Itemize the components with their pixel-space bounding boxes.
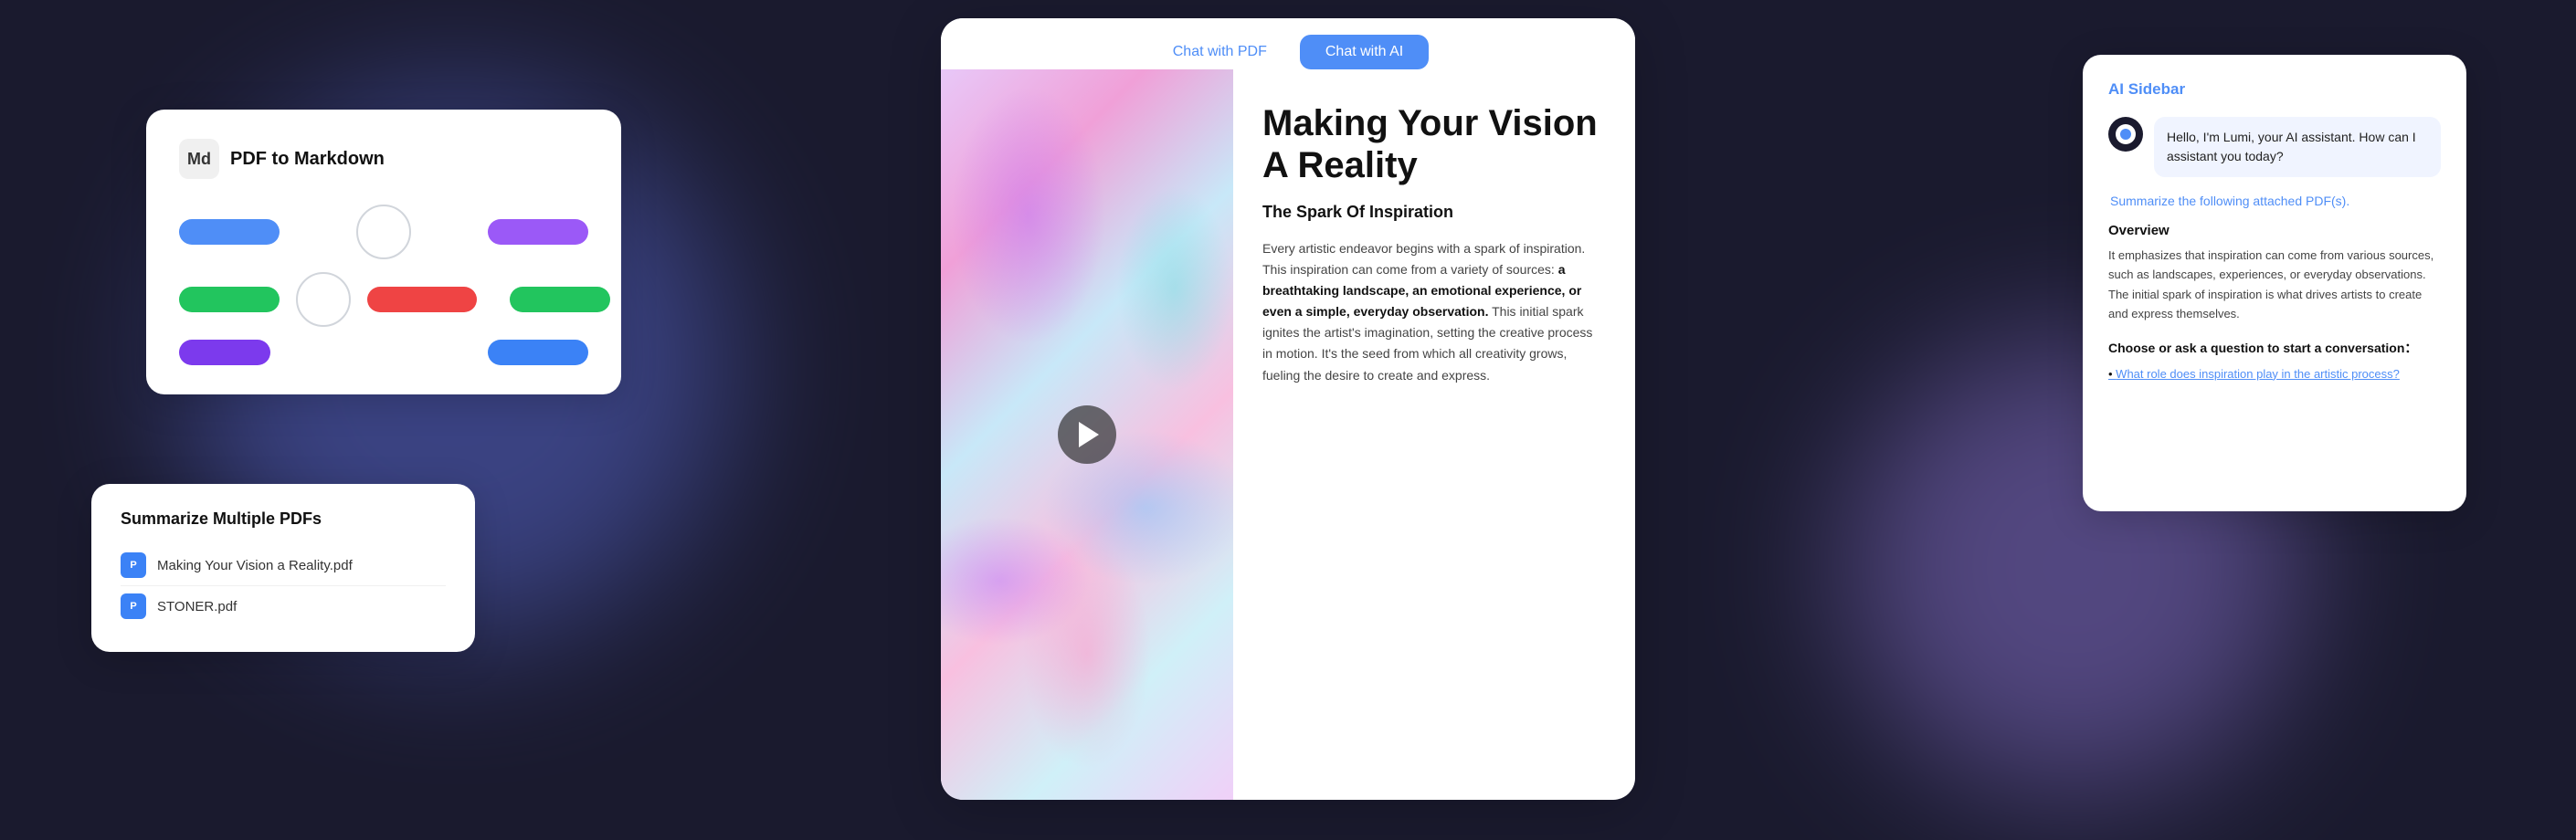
- sidebar-cta: Choose or ask a question to start a conv…: [2108, 339, 2441, 357]
- tab-chat-pdf[interactable]: Chat with PDF: [1147, 35, 1293, 69]
- pdf-filename-1: Making Your Vision a Reality.pdf: [157, 558, 353, 573]
- pdf-viewer-content: Making Your Vision A Reality The Spark O…: [941, 69, 1635, 800]
- flow-pill-green: [179, 287, 280, 312]
- flow-pill-red: [367, 287, 477, 312]
- pdf-file-icon-1: P: [121, 552, 146, 578]
- flow-row-3: [179, 340, 588, 365]
- main-pdf-viewer-card: Chat with PDF Chat with AI Making Your V…: [941, 18, 1635, 800]
- play-button[interactable]: [1058, 405, 1116, 464]
- card-markdown-title: PDF to Markdown: [230, 149, 385, 170]
- flow-connector-1: [296, 205, 471, 259]
- pdf-text-area: Making Your Vision A Reality The Spark O…: [1233, 69, 1635, 800]
- overview-body: It emphasizes that inspiration can come …: [2108, 246, 2441, 324]
- pdf-to-markdown-card: Md PDF to Markdown: [146, 110, 621, 394]
- flow-pill-purple: [488, 219, 588, 245]
- suggestion-link[interactable]: What role does inspiration play in the a…: [2108, 367, 2400, 381]
- flow-pill-blue: [179, 219, 280, 245]
- main-scene: Md PDF to Markdown: [0, 0, 2576, 840]
- flow-row-1: [179, 205, 588, 259]
- pdf-item-2: P STONER.pdf: [121, 586, 446, 626]
- pdf-file-icon-2: P: [121, 593, 146, 619]
- summarize-pdfs-title: Summarize Multiple PDFs: [121, 509, 446, 529]
- pdf-section-title: The Spark Of Inspiration: [1262, 203, 1606, 222]
- pdf-item-1: P Making Your Vision a Reality.pdf: [121, 545, 446, 586]
- tab-chat-ai[interactable]: Chat with AI: [1300, 35, 1429, 69]
- flow-connector-2: [296, 272, 351, 327]
- lumi-greeting-bubble: Hello, I'm Lumi, your AI assistant. How …: [2154, 117, 2441, 177]
- lumi-greeting-row: Hello, I'm Lumi, your AI assistant. How …: [2108, 117, 2441, 177]
- flow-row-2: [179, 272, 588, 327]
- pdf-viewer-tabs: Chat with PDF Chat with AI: [941, 18, 1635, 69]
- markdown-icon: Md: [179, 139, 219, 179]
- flow-pill-purple2: [179, 340, 270, 365]
- pdf-filename-2: STONER.pdf: [157, 599, 237, 614]
- pdf-image-area: [941, 69, 1233, 800]
- pdf-body-text: Every artistic endeavor begins with a sp…: [1262, 238, 1606, 386]
- connector-circle-2: [296, 272, 351, 327]
- overview-title: Overview: [2108, 223, 2441, 238]
- ai-sidebar-card: AI Sidebar Hello, I'm Lumi, your AI assi…: [2083, 55, 2466, 511]
- pdf-main-heading: Making Your Vision A Reality: [1262, 102, 1606, 186]
- flow-pill-green2: [510, 287, 610, 312]
- ai-sidebar-title: AI Sidebar: [2108, 80, 2441, 99]
- card-markdown-header: Md PDF to Markdown: [179, 139, 588, 179]
- lumi-avatar: [2108, 117, 2143, 152]
- flow-pill-blue2: [488, 340, 588, 365]
- flow-diagram: [179, 205, 588, 365]
- user-message: Summarize the following attached PDF(s).: [2108, 194, 2441, 208]
- play-icon: [1079, 422, 1099, 447]
- summarize-pdfs-card: Summarize Multiple PDFs P Making Your Vi…: [91, 484, 475, 652]
- connector-circle-1: [356, 205, 411, 259]
- pdf-body-intro: Every artistic endeavor begins with a sp…: [1262, 241, 1585, 277]
